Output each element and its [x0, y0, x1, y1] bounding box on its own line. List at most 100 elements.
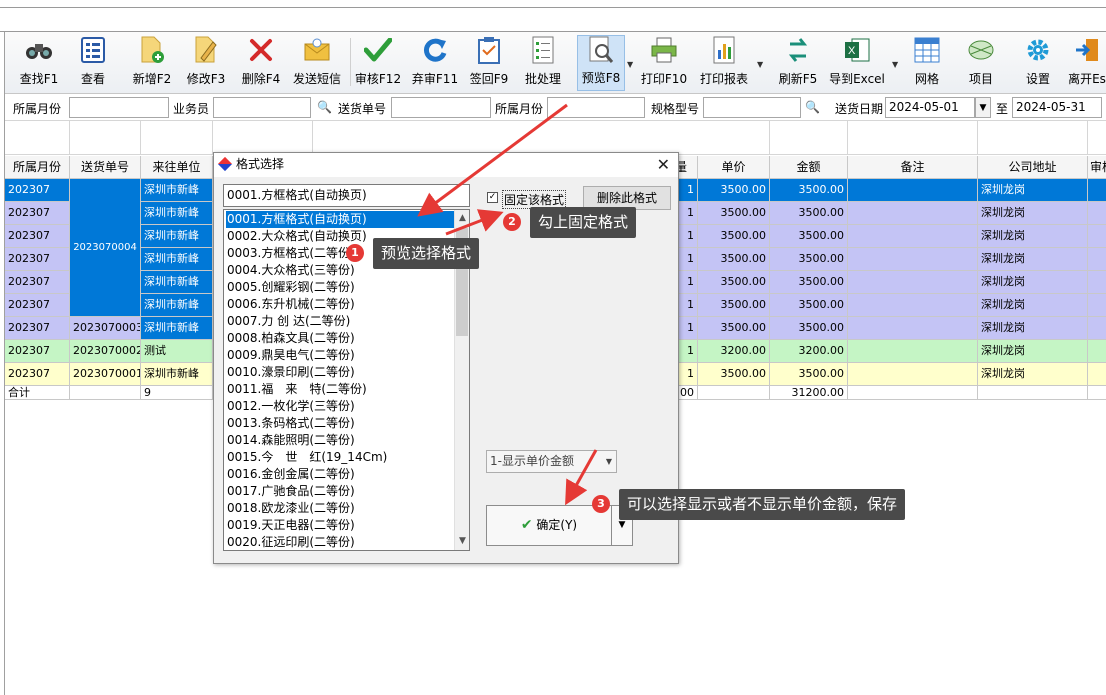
table-cell-amount[interactable]: 3500.00	[770, 294, 848, 317]
audit-button[interactable]: 审核F12	[353, 35, 403, 91]
ok-split-button[interactable]: ✔ 确定(Y) ▼	[486, 505, 633, 546]
month-input-2[interactable]	[547, 97, 645, 118]
add-button[interactable]: 新增F2	[129, 35, 175, 91]
table-cell-audit[interactable]	[1088, 363, 1106, 386]
format-list-item[interactable]: 0006.东升机械(二等份)	[226, 296, 454, 313]
table-cell-address[interactable]: 深圳龙岗	[978, 225, 1088, 248]
table-cell-remark[interactable]	[848, 317, 978, 340]
table-cell-address[interactable]: 深圳龙岗	[978, 179, 1088, 202]
close-icon[interactable]: ✕	[657, 154, 670, 176]
format-list-item[interactable]: 0018.欧龙漆业(二等份)	[226, 500, 454, 517]
format-list-item[interactable]: 0019.天正电器(二等份)	[226, 517, 454, 534]
table-cell-audit[interactable]	[1088, 317, 1106, 340]
preview-dropdown-caret[interactable]: ▼	[627, 60, 633, 69]
table-cell-customer[interactable]: 测试	[141, 340, 213, 363]
table-cell-remark[interactable]	[848, 202, 978, 225]
format-list-item[interactable]: 0007.力 创 达(二等份)	[226, 313, 454, 330]
col-header-amount[interactable]: 金额	[770, 156, 848, 179]
format-list-item[interactable]: 0011.福 来 特(二等份)	[226, 381, 454, 398]
batch-button[interactable]: 批处理	[521, 35, 565, 91]
table-cell-amount[interactable]: 3500.00	[770, 225, 848, 248]
table-cell-address[interactable]: 深圳龙岗	[978, 248, 1088, 271]
table-cell-amount[interactable]: 3500.00	[770, 179, 848, 202]
table-cell-delivery_no[interactable]: 2023070002	[70, 340, 141, 363]
ok-button[interactable]: ✔ 确定(Y)	[487, 506, 611, 545]
table-cell-month[interactable]: 202307	[5, 363, 70, 386]
table-cell-month[interactable]: 202307	[5, 294, 70, 317]
table-cell-audit[interactable]	[1088, 271, 1106, 294]
format-list-item[interactable]: 0012.一枚化学(三等份)	[226, 398, 454, 415]
table-cell-remark[interactable]	[848, 248, 978, 271]
delete-button[interactable]: 删除F4	[239, 35, 283, 91]
col-header-month[interactable]: 所属月份	[5, 156, 70, 179]
refresh-button[interactable]: 刷新F5	[775, 35, 821, 91]
table-cell-remark[interactable]	[848, 225, 978, 248]
display-option-select[interactable]: 1-显示单价金额 ▼	[486, 450, 617, 473]
table-cell-remark[interactable]	[848, 340, 978, 363]
current-format-field[interactable]: 0001.方框格式(自动换页)	[223, 184, 470, 207]
search-icon[interactable]: 🔍	[317, 100, 332, 114]
unaudit-button[interactable]: 弃审F11	[410, 35, 460, 91]
table-cell-amount[interactable]: 3500.00	[770, 202, 848, 225]
report-dropdown-caret[interactable]: ▼	[757, 60, 763, 69]
exit-button[interactable]: 离开Es	[1067, 35, 1106, 91]
table-cell-month[interactable]: 202307	[5, 179, 70, 202]
table-cell-month[interactable]: 202307	[5, 271, 70, 294]
table-cell-price[interactable]: 3500.00	[698, 202, 770, 225]
format-list-item[interactable]: 0008.柏森文具(二等份)	[226, 330, 454, 347]
table-cell-price[interactable]: 3500.00	[698, 248, 770, 271]
table-cell-amount[interactable]: 3500.00	[770, 363, 848, 386]
table-cell-audit[interactable]	[1088, 294, 1106, 317]
table-cell-customer[interactable]: 深圳市新峰	[141, 317, 213, 340]
spec-search-icon[interactable]: 🔍	[805, 100, 820, 114]
table-cell-address[interactable]: 深圳龙岗	[978, 317, 1088, 340]
delivery-no-input[interactable]	[391, 97, 491, 118]
table-cell-month[interactable]: 202307	[5, 317, 70, 340]
table-cell-customer[interactable]: 深圳市新峰	[141, 225, 213, 248]
format-list-item[interactable]: 0001.方框格式(自动换页)	[226, 211, 454, 228]
salesman-input[interactable]	[213, 97, 311, 118]
table-cell-audit[interactable]	[1088, 179, 1106, 202]
table-cell-delivery_no[interactable]: 2023070001	[70, 363, 141, 386]
table-cell-customer[interactable]: 深圳市新峰	[141, 271, 213, 294]
table-cell-address[interactable]: 深圳龙岗	[978, 202, 1088, 225]
format-list-item[interactable]: 0005.创耀彩钢(二等份)	[226, 279, 454, 296]
format-list-item[interactable]: 0010.濠景印刷(二等份)	[226, 364, 454, 381]
col-header-customer[interactable]: 来往单位	[141, 156, 213, 179]
spec-input[interactable]	[703, 97, 801, 118]
table-cell-address[interactable]: 深圳龙岗	[978, 340, 1088, 363]
table-cell-customer[interactable]: 深圳市新峰	[141, 248, 213, 271]
date-to-input[interactable]: 2024-05-31	[1012, 97, 1102, 118]
date-from-dropdown[interactable]: ▼	[975, 97, 991, 118]
table-cell-month[interactable]: 202307	[5, 340, 70, 363]
fixed-format-checkbox[interactable]: ✓	[487, 192, 498, 203]
col-header-unit-price[interactable]: 单价	[698, 156, 770, 179]
export-excel-button[interactable]: X 导到Excel	[827, 35, 887, 91]
table-cell-amount[interactable]: 3200.00	[770, 340, 848, 363]
table-cell-remark[interactable]	[848, 294, 978, 317]
table-cell-audit[interactable]	[1088, 340, 1106, 363]
table-cell-price[interactable]: 3500.00	[698, 225, 770, 248]
print-report-button[interactable]: 打印报表	[697, 35, 751, 91]
date-from-input[interactable]: 2024-05-01	[885, 97, 975, 118]
table-cell-audit[interactable]	[1088, 225, 1106, 248]
table-cell-month[interactable]: 202307	[5, 225, 70, 248]
table-cell-customer[interactable]: 深圳市新峰	[141, 363, 213, 386]
table-cell-audit[interactable]	[1088, 248, 1106, 271]
table-cell-price[interactable]: 3500.00	[698, 317, 770, 340]
print-button[interactable]: 打印F10	[639, 35, 689, 91]
view-button[interactable]: 查看	[71, 35, 115, 91]
edit-button[interactable]: 修改F3	[183, 35, 229, 91]
sign-back-button[interactable]: 签回F9	[467, 35, 511, 91]
format-list-item[interactable]: 0015.今 世 红(19_14Cm)	[226, 449, 454, 466]
month-input[interactable]	[69, 97, 169, 118]
project-button[interactable]: 项目	[961, 35, 1001, 91]
table-cell-address[interactable]: 深圳龙岗	[978, 271, 1088, 294]
table-cell-price[interactable]: 3200.00	[698, 340, 770, 363]
format-list-item[interactable]: 0016.金创金属(二等份)	[226, 466, 454, 483]
table-cell-amount[interactable]: 3500.00	[770, 271, 848, 294]
table-cell-month[interactable]: 202307	[5, 202, 70, 225]
format-list-item[interactable]: 0013.条码格式(二等份)	[226, 415, 454, 432]
table-cell-delivery_no[interactable]: 2023070003	[70, 317, 141, 340]
table-cell-amount[interactable]: 3500.00	[770, 317, 848, 340]
